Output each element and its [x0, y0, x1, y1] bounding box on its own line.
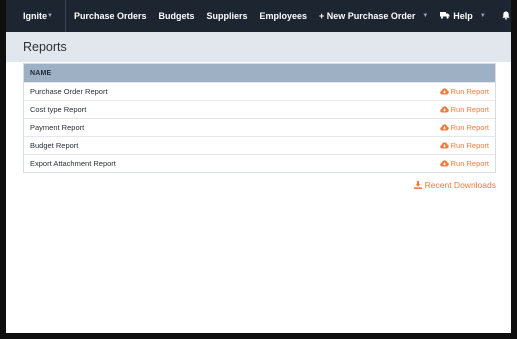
run-report-label: Run Report — [450, 105, 489, 114]
chevron-down-icon: ▼ — [422, 13, 429, 19]
chevron-down-icon: ▼ — [47, 13, 53, 19]
recent-downloads-link[interactable]: Recent Downloads — [413, 180, 496, 190]
top-navbar: Ignite ▼ Purchase Orders Budgets Supplie… — [6, 0, 511, 32]
nav-suppliers[interactable]: Suppliers — [201, 0, 254, 32]
cloud-download-icon — [439, 124, 449, 131]
table-row: Purchase Order Report Run Report — [24, 82, 495, 100]
report-name: Budget Report — [30, 141, 79, 150]
run-report-button[interactable]: Run Report — [439, 87, 489, 96]
report-name: Payment Report — [30, 123, 85, 132]
page-title: Reports — [23, 40, 67, 54]
bell-icon — [502, 11, 510, 22]
chevron-down-icon: ▼ — [479, 13, 486, 19]
cloud-download-icon — [439, 160, 449, 167]
run-report-button[interactable]: Run Report — [439, 105, 489, 114]
nav-suppliers-label: Suppliers — [206, 11, 248, 21]
run-report-button[interactable]: Run Report — [439, 123, 489, 132]
run-report-label: Run Report — [450, 141, 489, 150]
run-report-button[interactable]: Run Report — [439, 159, 489, 168]
nav-budgets[interactable]: Budgets — [153, 0, 201, 32]
page-header: Reports — [6, 32, 511, 62]
org-switcher[interactable]: Ignite ▼ — [6, 0, 66, 32]
app-window: Ignite ▼ Purchase Orders Budgets Supplie… — [6, 0, 511, 333]
nav-employees[interactable]: Employees — [254, 0, 314, 32]
report-name: Cost type Report — [30, 105, 87, 114]
run-report-label: Run Report — [450, 87, 489, 96]
report-name: Export Attachment Report — [30, 159, 116, 168]
table-row: Export Attachment Report Run Report — [24, 154, 495, 172]
run-report-button[interactable]: Run Report — [439, 141, 489, 150]
help-label: Help — [453, 11, 473, 21]
nav-purchase-orders[interactable]: Purchase Orders — [66, 0, 153, 32]
table-row: Cost type Report Run Report — [24, 100, 495, 118]
download-icon — [413, 181, 422, 189]
recent-downloads-label: Recent Downloads — [424, 180, 496, 190]
table-header: NAME — [24, 64, 495, 82]
column-header-name: NAME — [30, 69, 52, 77]
run-report-label: Run Report — [450, 159, 489, 168]
help-menu[interactable]: Help ▼ — [434, 0, 491, 32]
nav-budgets-label: Budgets — [158, 11, 195, 21]
nav-purchase-orders-label: Purchase Orders — [73, 11, 147, 21]
nav-employees-label: Employees — [259, 11, 308, 21]
report-name: Purchase Order Report — [30, 87, 108, 96]
table-row: Payment Report Run Report — [24, 118, 495, 136]
table-row: Budget Report Run Report — [24, 136, 495, 154]
truck-icon — [440, 11, 450, 21]
cloud-download-icon — [439, 88, 449, 95]
cloud-download-icon — [439, 142, 449, 149]
new-purchase-order-label: + New Purchase Order — [319, 11, 416, 21]
new-purchase-order-button[interactable]: + New Purchase Order ▼ — [313, 0, 434, 32]
cloud-download-icon — [439, 106, 449, 113]
reports-table: NAME Purchase Order Report Run Report Co… — [23, 63, 496, 173]
brand-label: Ignite — [23, 11, 47, 21]
notifications-button[interactable] — [492, 0, 511, 32]
run-report-label: Run Report — [450, 123, 489, 132]
